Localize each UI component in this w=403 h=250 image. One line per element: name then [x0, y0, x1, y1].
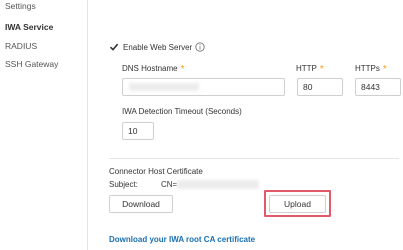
certificate-title: Connector Host Certificate: [109, 167, 203, 176]
redacted-subject-value: [177, 180, 259, 189]
dns-hostname-field[interactable]: [122, 78, 285, 96]
iwa-timeout-label: IWA Detection Timeout (Seconds): [122, 107, 242, 116]
required-marker: *: [382, 64, 387, 75]
redacted-hostname: [129, 83, 199, 91]
subject-cn-prefix: CN=: [161, 180, 178, 189]
required-marker: *: [319, 64, 324, 75]
upload-certificate-button[interactable]: Upload: [269, 195, 326, 213]
https-label: HTTPs *: [355, 64, 387, 75]
info-icon[interactable]: [195, 42, 205, 52]
iwa-timeout-field[interactable]: [122, 122, 154, 140]
sidebar-item-ssh-gateway[interactable]: SSH Gateway: [5, 59, 58, 69]
enable-web-server-label: Enable Web Server: [123, 43, 193, 52]
checkmark-icon: [109, 43, 119, 51]
sidebar-item-radius[interactable]: RADIUS: [5, 41, 37, 51]
http-port-field[interactable]: [297, 78, 343, 96]
sidebar-item-settings[interactable]: Settings: [5, 1, 36, 11]
section-divider: [109, 158, 399, 159]
http-label: HTTP *: [296, 64, 324, 75]
download-root-ca-link[interactable]: Download your IWA root CA certificate: [109, 235, 255, 244]
download-certificate-button[interactable]: Download: [109, 195, 173, 213]
enable-web-server-checkbox[interactable]: [109, 42, 119, 52]
sidebar-item-iwa-service[interactable]: IWA Service: [5, 22, 53, 32]
subject-label: Subject:: [109, 180, 138, 189]
https-port-field[interactable]: [355, 78, 401, 96]
sidebar-nav: Settings IWA Service RADIUS SSH Gateway: [0, 0, 88, 250]
dns-hostname-label: DNS Hostname *: [122, 64, 185, 75]
main-panel: Enable Web Server DNS Hostname* HTTP* HT…: [89, 0, 403, 250]
required-marker: *: [180, 64, 185, 75]
